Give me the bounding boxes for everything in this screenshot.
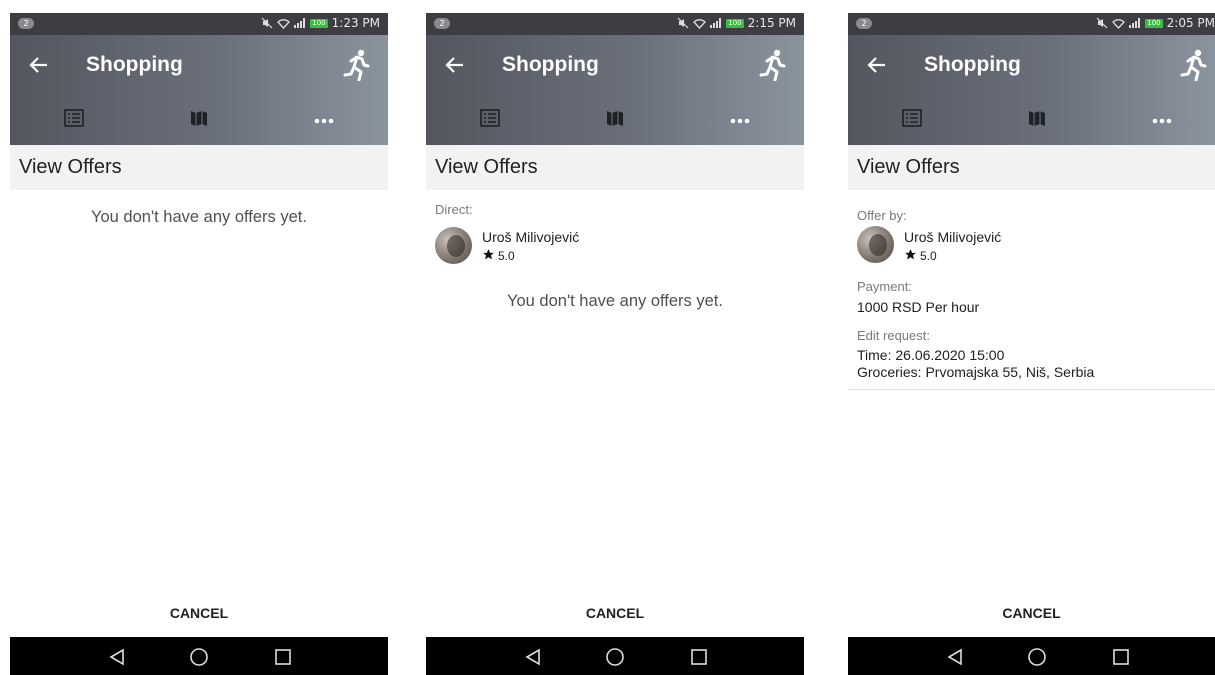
tab-map[interactable] bbox=[595, 103, 635, 137]
status-bar: 2 100 2:15 PM bbox=[426, 13, 804, 35]
payment-label: Payment: bbox=[857, 279, 912, 294]
signal-icon bbox=[1129, 18, 1141, 28]
request-location: Groceries: Prvomajska 55, Niš, Serbia bbox=[857, 364, 1095, 380]
wifi-icon bbox=[1112, 18, 1126, 29]
empty-state-message: You don't have any offers yet. bbox=[507, 292, 723, 310]
page-title: Shopping bbox=[502, 53, 599, 76]
offer-by-label: Offer by: bbox=[857, 208, 907, 223]
arrow-left-icon[interactable] bbox=[442, 52, 468, 78]
running-person-icon[interactable] bbox=[758, 49, 788, 82]
tab-more[interactable] bbox=[1142, 103, 1182, 137]
more-horizontal-icon bbox=[730, 111, 750, 129]
cancel-button[interactable]: CANCEL bbox=[848, 599, 1215, 627]
list-icon bbox=[902, 108, 922, 132]
status-bar: 2 100 1:23 PM bbox=[10, 13, 388, 35]
map-icon bbox=[189, 108, 209, 133]
mute-icon bbox=[677, 17, 689, 29]
payment-value: 1000 RSD Per hour bbox=[857, 299, 980, 315]
more-horizontal-icon bbox=[314, 111, 334, 129]
tab-map[interactable] bbox=[179, 103, 219, 137]
rating-value: 5.0 bbox=[920, 249, 937, 263]
section-header: View Offers bbox=[426, 145, 804, 190]
notification-count-badge: 2 bbox=[18, 18, 34, 29]
nav-back-triangle-icon[interactable] bbox=[104, 644, 130, 670]
system-nav-bar bbox=[426, 637, 804, 675]
tab-map[interactable] bbox=[1017, 103, 1057, 137]
status-time: 2:15 PM bbox=[747, 16, 796, 30]
battery-icon: 100 bbox=[1145, 18, 1163, 28]
user-rating: 5.0 bbox=[482, 248, 515, 264]
system-nav-bar bbox=[848, 637, 1215, 675]
status-time: 1:23 PM bbox=[331, 16, 380, 30]
notification-count-badge: 2 bbox=[856, 18, 872, 29]
mute-icon bbox=[1096, 17, 1108, 29]
user-name[interactable]: Uroš Milivojević bbox=[482, 229, 579, 245]
more-horizontal-icon bbox=[1152, 111, 1172, 129]
running-person-icon[interactable] bbox=[342, 49, 372, 82]
direct-label: Direct: bbox=[435, 202, 473, 217]
nav-home-circle-icon[interactable] bbox=[602, 644, 628, 670]
signal-icon bbox=[710, 18, 722, 28]
nav-recents-square-icon[interactable] bbox=[270, 644, 296, 670]
app-bar: Shopping bbox=[426, 35, 804, 145]
page-title: Shopping bbox=[86, 53, 183, 76]
cancel-button[interactable]: CANCEL bbox=[426, 599, 804, 627]
mute-icon bbox=[261, 17, 273, 29]
map-icon bbox=[1027, 108, 1047, 133]
edit-request-label: Edit request: bbox=[857, 328, 930, 343]
tab-more[interactable] bbox=[720, 103, 760, 137]
divider bbox=[848, 389, 1215, 390]
avatar[interactable] bbox=[857, 226, 894, 263]
notification-count-badge: 2 bbox=[434, 18, 450, 29]
app-bar: Shopping bbox=[10, 35, 388, 145]
nav-recents-square-icon[interactable] bbox=[686, 644, 712, 670]
empty-state-message: You don't have any offers yet. bbox=[91, 208, 307, 226]
battery-icon: 100 bbox=[310, 18, 328, 28]
signal-icon bbox=[294, 18, 306, 28]
nav-recents-square-icon[interactable] bbox=[1108, 644, 1134, 670]
nav-home-circle-icon[interactable] bbox=[1024, 644, 1050, 670]
cancel-button[interactable]: CANCEL bbox=[10, 599, 388, 627]
phone-screen-2: 2 100 2:15 PM Shopping View Offers Direc… bbox=[426, 13, 804, 675]
phone-screen-1: 2 100 1:23 PM Shopping View Offers You d… bbox=[10, 13, 388, 675]
tab-more[interactable] bbox=[304, 103, 344, 137]
avatar[interactable] bbox=[435, 227, 472, 264]
system-nav-bar bbox=[10, 637, 388, 675]
list-icon bbox=[64, 108, 84, 132]
nav-back-triangle-icon[interactable] bbox=[942, 644, 968, 670]
tab-list[interactable] bbox=[892, 103, 932, 137]
tab-list[interactable] bbox=[470, 103, 510, 137]
status-bar: 2 100 2:05 PM bbox=[848, 13, 1215, 35]
arrow-left-icon[interactable] bbox=[864, 52, 890, 78]
tab-list[interactable] bbox=[54, 103, 94, 137]
user-rating: 5.0 bbox=[904, 248, 937, 264]
rating-value: 5.0 bbox=[498, 249, 515, 263]
user-name[interactable]: Uroš Milivojević bbox=[904, 229, 1001, 245]
star-icon bbox=[482, 248, 495, 264]
nav-back-triangle-icon[interactable] bbox=[520, 644, 546, 670]
wifi-icon bbox=[277, 18, 291, 29]
request-time: Time: 26.06.2020 15:00 bbox=[857, 347, 1005, 363]
page-title: Shopping bbox=[924, 53, 1021, 76]
arrow-left-icon[interactable] bbox=[26, 52, 52, 78]
nav-home-circle-icon[interactable] bbox=[186, 644, 212, 670]
section-header: View Offers bbox=[10, 145, 388, 190]
app-bar: Shopping bbox=[848, 35, 1215, 145]
wifi-icon bbox=[693, 18, 707, 29]
star-icon bbox=[904, 248, 917, 264]
section-header: View Offers bbox=[848, 145, 1215, 190]
map-icon bbox=[605, 108, 625, 133]
running-person-icon[interactable] bbox=[1179, 49, 1209, 82]
list-icon bbox=[480, 108, 500, 132]
phone-screen-3: 2 100 2:05 PM Shopping View Offers Offer… bbox=[848, 13, 1215, 675]
status-time: 2:05 PM bbox=[1166, 16, 1215, 30]
battery-icon: 100 bbox=[726, 18, 744, 28]
